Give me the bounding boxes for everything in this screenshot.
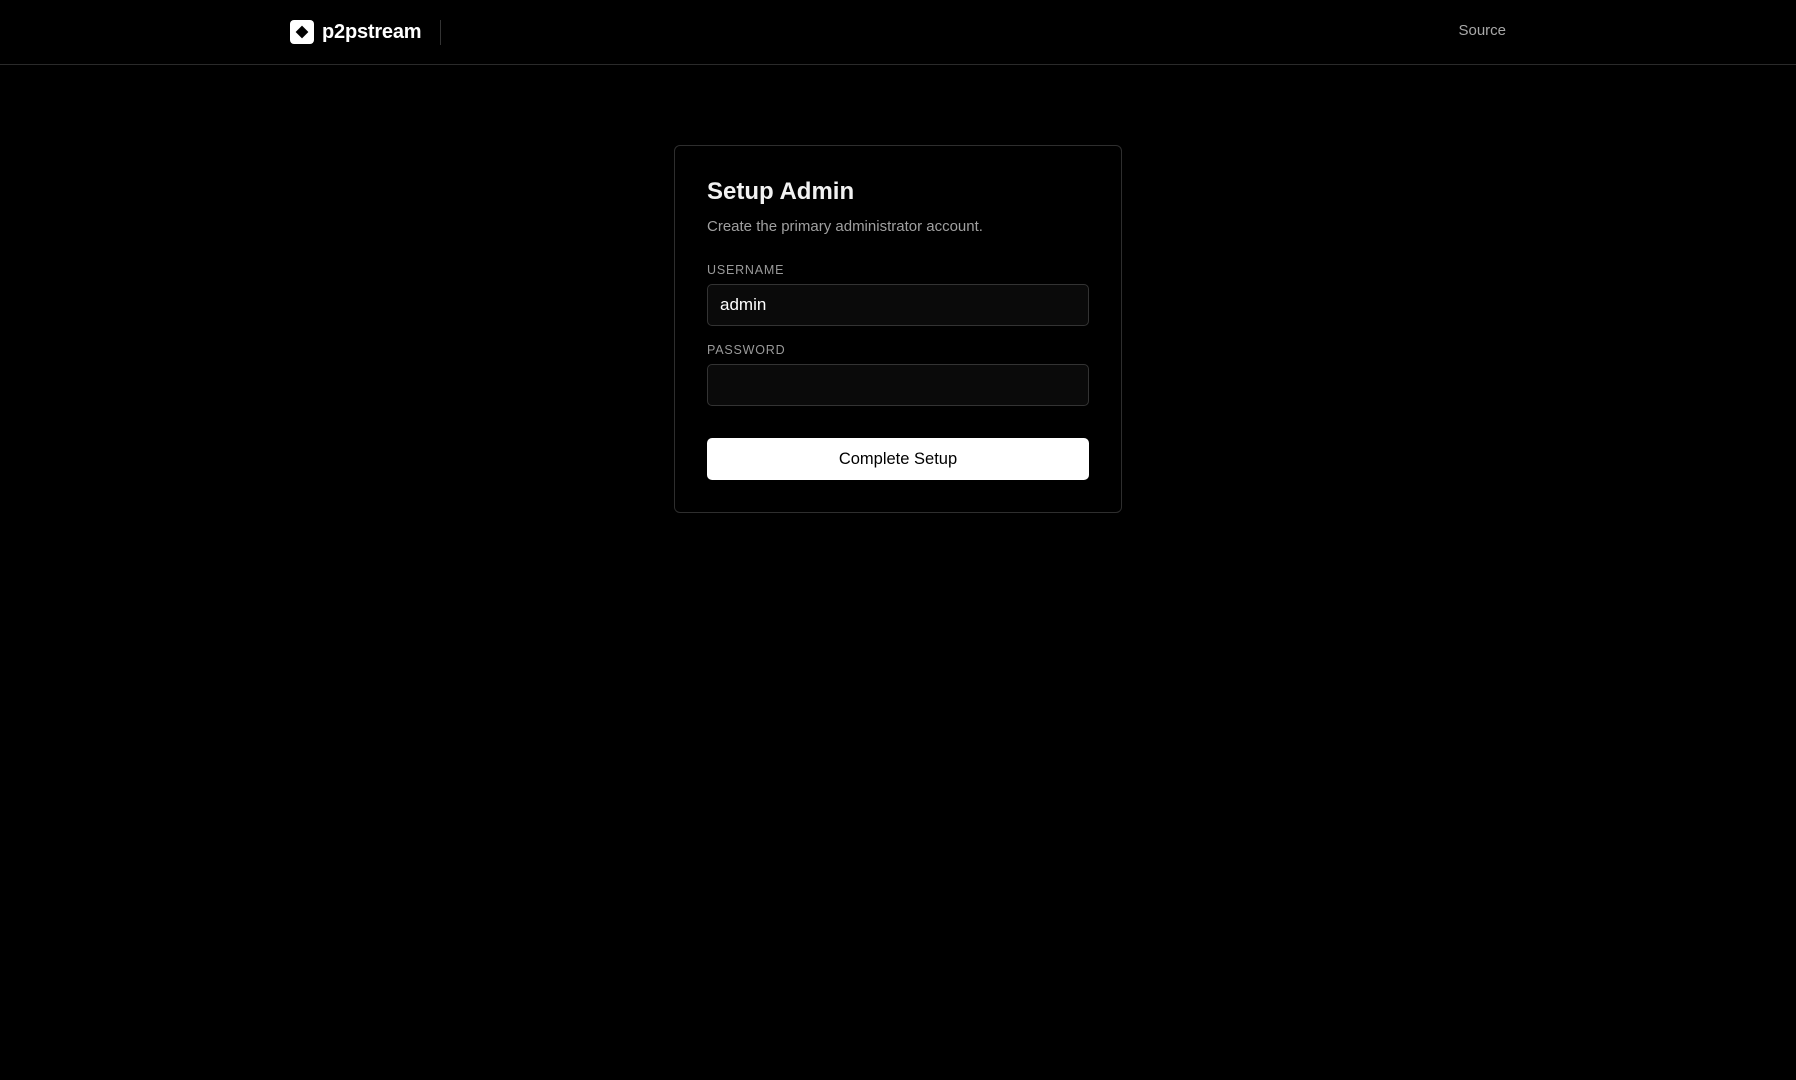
username-input[interactable] <box>707 284 1089 326</box>
brand-name: p2pstream <box>322 20 422 43</box>
setup-admin-card: Setup Admin Create the primary administr… <box>674 145 1122 513</box>
username-label: USERNAME <box>707 263 785 277</box>
complete-setup-button[interactable]: Complete Setup <box>707 438 1089 480</box>
password-label: PASSWORD <box>707 343 786 357</box>
diamond-logo-icon <box>290 20 314 44</box>
password-input[interactable] <box>707 364 1089 406</box>
source-link[interactable]: Source <box>1458 22 1506 39</box>
brand-home-link[interactable]: p2pstream <box>290 20 422 44</box>
top-navigation-bar: p2pstream Source <box>0 0 1796 65</box>
page-title: Setup Admin <box>707 178 855 205</box>
page-subtitle: Create the primary administrator account… <box>707 218 983 235</box>
header-divider <box>440 20 441 45</box>
